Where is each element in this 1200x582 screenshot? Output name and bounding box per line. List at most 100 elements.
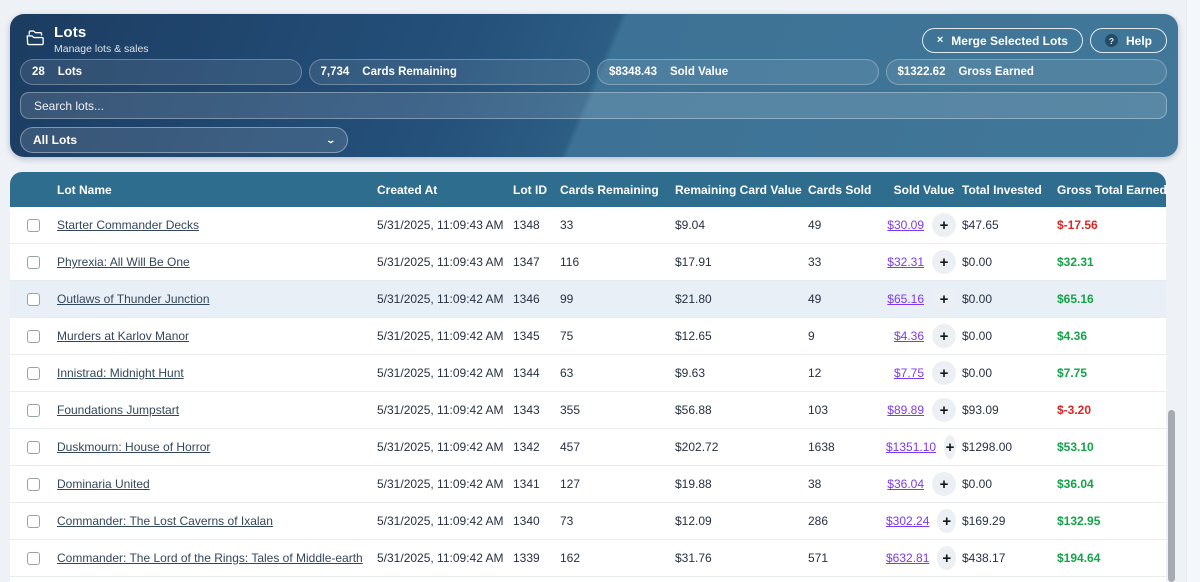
- lot-name-link[interactable]: Phyrexia: All Will Be One: [57, 255, 190, 269]
- created-at-cell: 5/31/2025, 11:09:42 AM: [377, 551, 513, 565]
- stat-value: $1322.62: [898, 66, 946, 78]
- sold-value-link[interactable]: $30.09: [887, 218, 924, 232]
- lot-id-cell: 1346: [513, 292, 560, 306]
- table-row: Dominaria United5/31/2025, 11:09:42 AM13…: [10, 466, 1166, 503]
- cards-remaining-cell: 127: [560, 477, 675, 491]
- cards-remaining-cell: 457: [560, 440, 675, 454]
- merge-selected-lots-button[interactable]: × Merge Selected Lots: [922, 28, 1083, 53]
- stat-gross-earned: $1322.62 Gross Earned: [886, 59, 1168, 85]
- lots-page: Lots Manage lots & sales × Merge Selecte…: [0, 0, 1200, 582]
- row-checkbox[interactable]: [27, 515, 40, 528]
- lot-name-link[interactable]: Outlaws of Thunder Junction: [57, 292, 210, 306]
- sold-value-link[interactable]: $632.81: [886, 551, 929, 565]
- add-sale-button[interactable]: +: [937, 509, 956, 533]
- table-row: Innistrad: Midnight Hunt5/31/2025, 11:09…: [10, 355, 1166, 392]
- lot-name-link[interactable]: Starter Commander Decks: [57, 218, 199, 232]
- page-scrollbar-track[interactable]: [1186, 0, 1200, 582]
- total-invested-cell: $1298.00: [962, 440, 1057, 454]
- row-checkbox[interactable]: [27, 219, 40, 232]
- created-at-cell: 5/31/2025, 11:09:42 AM: [377, 477, 513, 491]
- cards-remaining-cell: 75: [560, 329, 675, 343]
- add-sale-button[interactable]: +: [932, 324, 956, 348]
- stat-label: Gross Earned: [958, 66, 1033, 78]
- gross-total-earned-cell: $132.95: [1057, 514, 1166, 528]
- sold-value-link[interactable]: $1351.10: [886, 440, 936, 454]
- sold-value-link[interactable]: $32.31: [887, 255, 924, 269]
- lot-name-link[interactable]: Foundations Jumpstart: [57, 403, 179, 417]
- lot-name-link[interactable]: Commander: The Lord of the Rings: Tales …: [57, 551, 363, 565]
- lot-id-cell: 1344: [513, 366, 560, 380]
- lot-name-link[interactable]: Commander: The Lost Caverns of Ixalan: [57, 514, 273, 528]
- total-invested-cell: $438.17: [962, 551, 1057, 565]
- lot-filter-select[interactable]: All Lots ⌄: [20, 127, 348, 153]
- stat-cards-remaining: 7,734 Cards Remaining: [309, 59, 591, 85]
- lot-name-link[interactable]: Innistrad: Midnight Hunt: [57, 366, 184, 380]
- sold-value-link[interactable]: $65.16: [887, 292, 924, 306]
- header-panel: Lots Manage lots & sales × Merge Selecte…: [10, 14, 1178, 157]
- lot-id-cell: 1339: [513, 551, 560, 565]
- row-checkbox[interactable]: [27, 330, 40, 343]
- sold-value-link[interactable]: $7.75: [894, 366, 924, 380]
- help-button-label: Help: [1126, 34, 1152, 48]
- add-sale-button[interactable]: +: [932, 398, 956, 422]
- row-checkbox[interactable]: [27, 293, 40, 306]
- lot-name-link[interactable]: Dominaria United: [57, 477, 150, 491]
- cards-remaining-cell: 355: [560, 403, 675, 417]
- question-circle-icon: ?: [1105, 34, 1118, 47]
- gross-total-earned-cell: $32.31: [1057, 255, 1166, 269]
- cards-sold-cell: 9: [808, 329, 886, 343]
- sold-value-link[interactable]: $36.04: [887, 477, 924, 491]
- gross-total-earned-cell: $36.04: [1057, 477, 1166, 491]
- gross-total-earned-cell: $4.36: [1057, 329, 1166, 343]
- row-checkbox[interactable]: [27, 256, 40, 269]
- stat-label: Cards Remaining: [362, 66, 457, 78]
- cards-remaining-cell: 162: [560, 551, 675, 565]
- close-icon: ×: [937, 35, 943, 46]
- add-sale-button[interactable]: +: [932, 472, 956, 496]
- lot-id-cell: 1345: [513, 329, 560, 343]
- created-at-cell: 5/31/2025, 11:09:42 AM: [377, 292, 513, 306]
- lot-name-link[interactable]: Murders at Karlov Manor: [57, 329, 189, 343]
- add-sale-button[interactable]: +: [937, 546, 956, 570]
- row-checkbox[interactable]: [27, 552, 40, 565]
- row-checkbox[interactable]: [27, 441, 40, 454]
- total-invested-cell: $0.00: [962, 366, 1057, 380]
- add-sale-button[interactable]: +: [932, 361, 956, 385]
- created-at-cell: 5/31/2025, 11:09:42 AM: [377, 329, 513, 343]
- sold-value-link[interactable]: $4.36: [894, 329, 924, 343]
- lot-name-link[interactable]: Duskmourn: House of Horror: [57, 440, 210, 454]
- table-row: Commander: The Lord of the Rings: Tales …: [10, 540, 1166, 577]
- cards-sold-cell: 286: [808, 514, 886, 528]
- cards-remaining-cell: 33: [560, 218, 675, 232]
- created-at-cell: 5/31/2025, 11:09:43 AM: [377, 255, 513, 269]
- row-checkbox[interactable]: [27, 367, 40, 380]
- col-cards-sold: Cards Sold: [808, 183, 886, 197]
- add-sale-button[interactable]: +: [944, 435, 956, 459]
- table-row: Outlaws of Thunder Junction 5/31/2025, 11…: [10, 281, 1166, 318]
- row-checkbox[interactable]: [27, 404, 40, 417]
- cards-sold-cell: 38: [808, 477, 886, 491]
- help-button[interactable]: ? Help: [1090, 28, 1167, 53]
- add-sale-button[interactable]: +: [932, 213, 956, 237]
- table-row: Phyrexia: All Will Be One 5/31/2025, 11:0…: [10, 244, 1166, 281]
- filter-selected-value: All Lots: [33, 133, 77, 147]
- row-checkbox[interactable]: [27, 478, 40, 491]
- add-sale-button[interactable]: +: [932, 250, 956, 274]
- col-remaining-card-value: Remaining Card Value: [675, 183, 808, 197]
- total-invested-cell: $93.09: [962, 403, 1057, 417]
- col-gross-total-earned: Gross Total Earned: [1057, 183, 1166, 197]
- remaining-card-value-cell: $17.91: [675, 255, 808, 269]
- lot-id-cell: 1343: [513, 403, 560, 417]
- sold-value-link[interactable]: $302.24: [886, 514, 929, 528]
- remaining-card-value-cell: $56.88: [675, 403, 808, 417]
- sold-value-link[interactable]: $89.89: [887, 403, 924, 417]
- remaining-card-value-cell: $9.63: [675, 366, 808, 380]
- total-invested-cell: $47.65: [962, 218, 1057, 232]
- merge-button-label: Merge Selected Lots: [951, 34, 1068, 48]
- add-sale-button[interactable]: +: [932, 287, 956, 311]
- total-invested-cell: $0.00: [962, 477, 1057, 491]
- table-scrollbar-thumb[interactable]: [1168, 410, 1175, 582]
- total-invested-cell: $0.00: [962, 255, 1057, 269]
- search-input[interactable]: [20, 92, 1167, 119]
- total-invested-cell: $169.29: [962, 514, 1057, 528]
